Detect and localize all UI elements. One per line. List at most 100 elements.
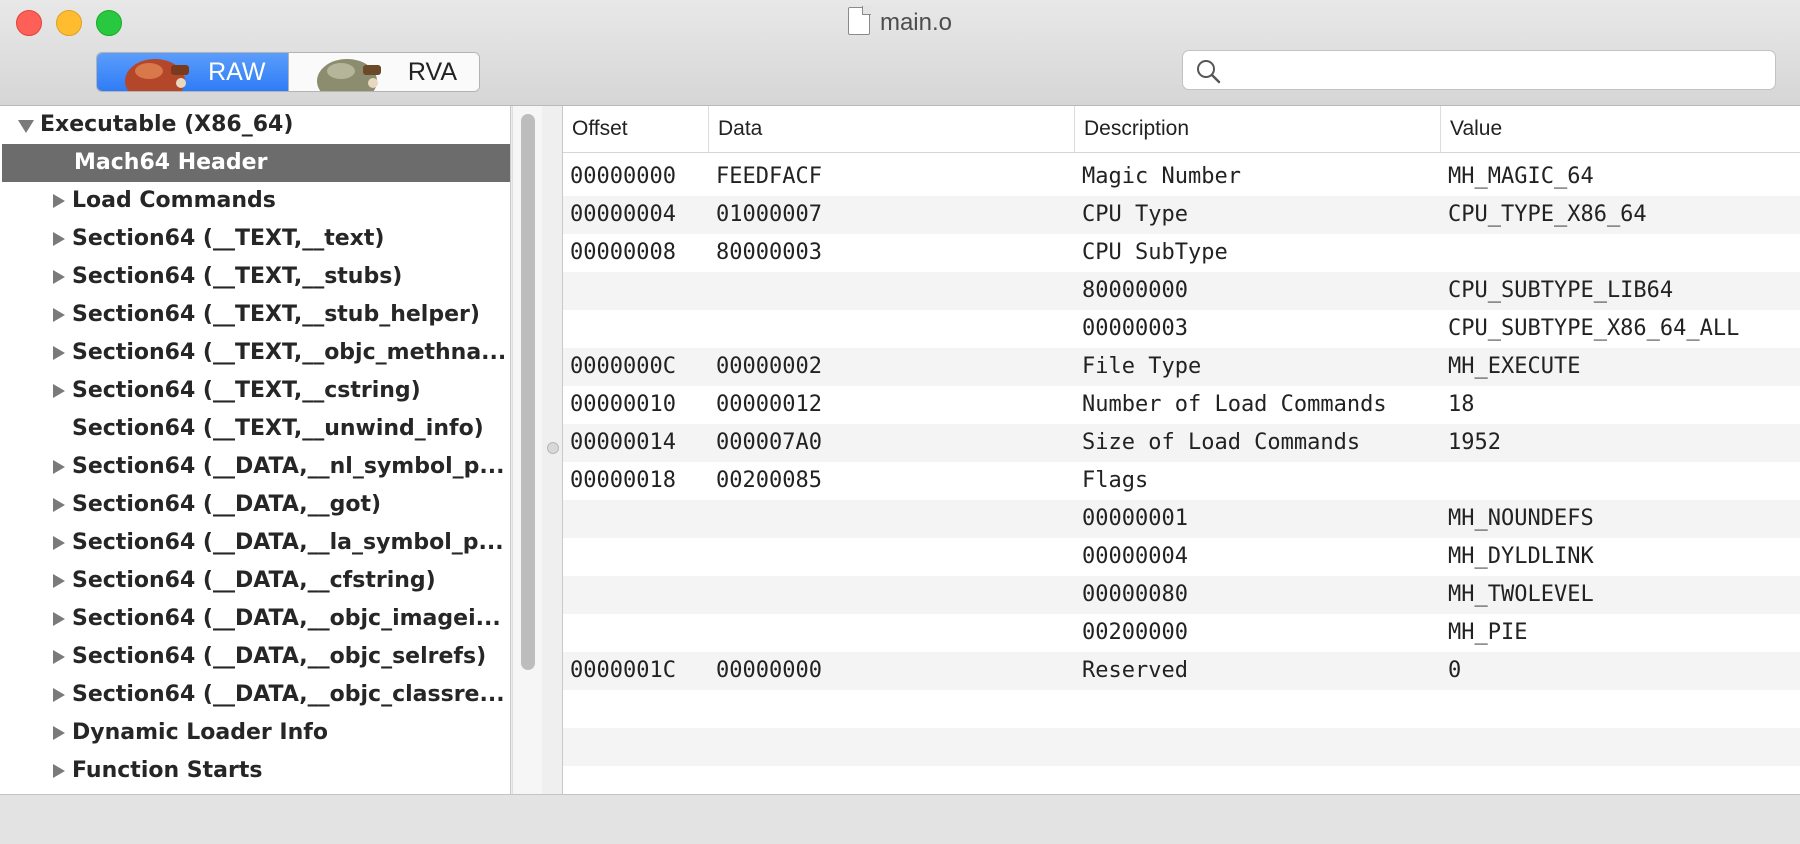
column-header-description[interactable]: Description: [1075, 106, 1441, 152]
sidebar-item[interactable]: Section64 (__DATA,__objc_imagei...: [0, 600, 510, 638]
raw-mode-segment[interactable]: RAW: [97, 53, 289, 91]
disclosure-triangle-collapsed-icon[interactable]: [48, 714, 68, 752]
table-row[interactable]: 00000004 01000007 CPU Type CPU_TYPE_X86_64: [563, 196, 1800, 234]
offset-cell: 00000018: [570, 468, 676, 493]
column-header-data[interactable]: Data: [709, 106, 1075, 152]
value-cell: MH_MAGIC_64: [1448, 164, 1594, 189]
table-row[interactable]: 00000000 FEEDFACF Magic Number MH_MAGIC_64: [563, 158, 1800, 196]
sidebar-item[interactable]: Section64 (__TEXT,__stubs): [0, 258, 510, 296]
split-view-divider[interactable]: [542, 106, 563, 794]
data-cell: 00200085: [716, 468, 822, 493]
sidebar-item-label: Section64 (__TEXT,__cstring): [72, 378, 421, 403]
disclosure-triangle-collapsed-icon[interactable]: [48, 638, 68, 676]
disclosure-triangle-collapsed-icon[interactable]: [48, 562, 68, 600]
value-cell: MH_DYLDLINK: [1448, 544, 1594, 569]
sidebar-item[interactable]: Section64 (__DATA,__nl_symbol_p...: [0, 448, 510, 486]
disclosure-triangle-collapsed-icon[interactable]: [48, 524, 68, 562]
sidebar-item-label: Section64 (__DATA,__la_symbol_p...: [72, 530, 504, 555]
table-row[interactable]: 00000014 000007A0 Size of Load Commands 195…: [563, 424, 1800, 462]
sidebar-item[interactable]: Section64 (__TEXT,__unwind_info): [0, 410, 510, 448]
table-row[interactable]: 00000004 MH_DYLDLINK: [563, 538, 1800, 576]
rva-mode-icon: [316, 59, 381, 91]
sidebar-item[interactable]: Function Starts: [0, 752, 510, 790]
sidebar-item-label: Section64 (__TEXT,__stub_helper): [72, 302, 480, 327]
offset-cell: 00000000: [570, 164, 676, 189]
table-row[interactable]: 00000018 00200085 Flags: [563, 462, 1800, 500]
sidebar-item-label: Section64 (__TEXT,__stubs): [72, 264, 403, 289]
disclosure-triangle-collapsed-icon[interactable]: [48, 752, 68, 790]
sidebar-item-label: Section64 (__TEXT,__objc_methna...: [72, 340, 507, 365]
offset-cell: 00000014: [570, 430, 676, 455]
sidebar-item-label: Mach64 Header: [74, 150, 268, 175]
table-row[interactable]: 0000001C 00000000 Reserved 0: [563, 652, 1800, 690]
sidebar-item[interactable]: Section64 (__DATA,__cfstring): [0, 562, 510, 600]
value-cell: CPU_TYPE_X86_64: [1448, 202, 1647, 227]
disclosure-triangle-collapsed-icon[interactable]: [48, 676, 68, 714]
disclosure-triangle-collapsed-icon[interactable]: [48, 600, 68, 638]
sidebar-item[interactable]: Mach64 Header: [2, 144, 510, 182]
disclosure-triangle-collapsed-icon[interactable]: [48, 296, 68, 334]
column-header-offset[interactable]: Offset: [563, 106, 709, 152]
table-row[interactable]: 80000000 CPU_SUBTYPE_LIB64: [563, 272, 1800, 310]
value-cell: CPU_SUBTYPE_X86_64_ALL: [1448, 316, 1740, 341]
disclosure-triangle-collapsed-icon[interactable]: [48, 334, 68, 372]
sidebar-item-label: Section64 (__DATA,__cfstring): [72, 568, 436, 593]
data-cell: 01000007: [716, 202, 822, 227]
disclosure-triangle-collapsed-icon[interactable]: [48, 258, 68, 296]
sidebar-item[interactable]: Load Commands: [0, 182, 510, 220]
divider-handle-icon[interactable]: [547, 442, 559, 454]
sidebar-item[interactable]: Section64 (__TEXT,__cstring): [0, 372, 510, 410]
data-cell: 00000000: [716, 658, 822, 683]
sidebar-item-label: Function Starts: [72, 758, 263, 783]
disclosure-triangle-collapsed-icon[interactable]: [48, 372, 68, 410]
table-row[interactable]: 00200000 MH_PIE: [563, 614, 1800, 652]
disclosure-triangle-expanded-icon[interactable]: [16, 106, 36, 144]
detail-table: Offset Data Description Value 00000000 FE…: [563, 106, 1800, 794]
sidebar-item-label: Load Commands: [72, 188, 276, 213]
sidebar-item[interactable]: Executable (X86_64): [0, 106, 510, 144]
sidebar-item[interactable]: Section64 (__TEXT,__text): [0, 220, 510, 258]
sidebar-item[interactable]: Section64 (__TEXT,__stub_helper): [0, 296, 510, 334]
sidebar-item-label: Executable (X86_64): [40, 112, 294, 137]
sidebar-item-label: Dynamic Loader Info: [72, 720, 328, 745]
table-row[interactable]: 0000000C 00000002 File Type MH_EXECUTE: [563, 348, 1800, 386]
sidebar-scrollbar[interactable]: [512, 106, 544, 794]
sidebar-item[interactable]: Section64 (__DATA,__la_symbol_p...: [0, 524, 510, 562]
table-row[interactable]: [563, 728, 1800, 766]
value-cell: MH_PIE: [1448, 620, 1528, 645]
rva-mode-segment[interactable]: RVA: [288, 53, 479, 91]
disclosure-triangle-collapsed-icon[interactable]: [48, 486, 68, 524]
value-cell: MH_NOUNDEFS: [1448, 506, 1594, 531]
search-icon: [1197, 60, 1221, 84]
table-row[interactable]: [563, 766, 1800, 794]
data-cell: 80000003: [716, 240, 822, 265]
sidebar-item[interactable]: Dynamic Loader Info: [0, 714, 510, 752]
disclosure-triangle-collapsed-icon[interactable]: [48, 182, 68, 220]
value-cell: MH_TWOLEVEL: [1448, 582, 1594, 607]
value-cell: 0: [1448, 658, 1462, 683]
data-cell: 00000002: [716, 354, 822, 379]
sidebar-item[interactable]: Section64 (__DATA,__got): [0, 486, 510, 524]
sidebar-item[interactable]: Section64 (__TEXT,__objc_methna...: [0, 334, 510, 372]
table-row[interactable]: 00000003 CPU_SUBTYPE_X86_64_ALL: [563, 310, 1800, 348]
column-header-value[interactable]: Value: [1441, 106, 1800, 152]
sidebar-item-label: Section64 (__DATA,__objc_imagei...: [72, 606, 501, 631]
table-row[interactable]: 00000080 MH_TWOLEVEL: [563, 576, 1800, 614]
table-row[interactable]: 00000001 MH_NOUNDEFS: [563, 500, 1800, 538]
search-field[interactable]: [1182, 50, 1776, 90]
table-row[interactable]: 00000010 00000012 Number of Load Commands 1…: [563, 386, 1800, 424]
sidebar-item[interactable]: Section64 (__DATA,__objc_classre...: [0, 676, 510, 714]
sidebar-item-label: Section64 (__DATA,__nl_symbol_p...: [72, 454, 505, 479]
sidebar-item[interactable]: Section64 (__DATA,__objc_selrefs): [0, 638, 510, 676]
sidebar-scroll-thumb[interactable]: [521, 114, 535, 670]
window-title: main.o: [879, 9, 953, 36]
table-row[interactable]: [563, 690, 1800, 728]
offset-cell: 00000004: [570, 202, 676, 227]
description-cell: Magic Number: [1082, 164, 1241, 189]
table-row[interactable]: 00000008 80000003 CPU SubType: [563, 234, 1800, 272]
disclosure-triangle-collapsed-icon[interactable]: [48, 448, 68, 486]
value-cell: 1952: [1448, 430, 1501, 455]
description-cell: Reserved: [1082, 658, 1188, 683]
disclosure-triangle-collapsed-icon[interactable]: [48, 220, 68, 258]
address-mode-segmented-control[interactable]: RAW RVA: [96, 52, 480, 92]
